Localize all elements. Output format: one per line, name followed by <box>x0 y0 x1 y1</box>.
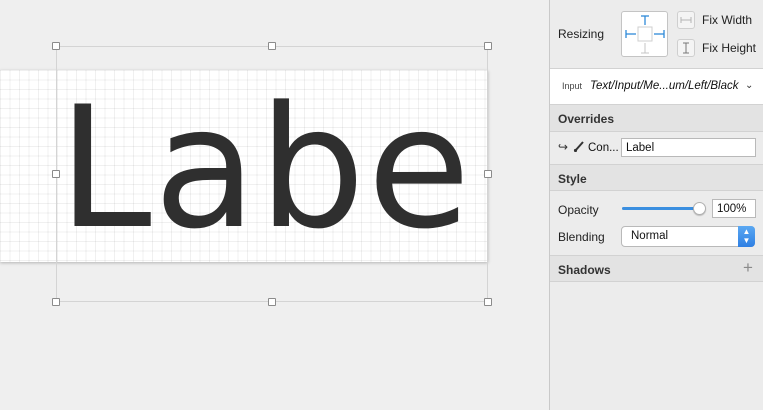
shadows-header[interactable]: Shadows <box>550 256 763 282</box>
resize-handle-top-left[interactable] <box>52 42 60 50</box>
label-text[interactable]: Label <box>58 74 488 262</box>
resizing-constraints-widget[interactable] <box>621 11 668 57</box>
brush-icon <box>573 140 585 155</box>
canvas[interactable]: Label <box>0 0 549 410</box>
blending-label: Blending <box>558 230 605 244</box>
fix-width-toggle[interactable]: Fix Width <box>677 11 752 29</box>
override-row: ↪ Con... <box>550 132 763 164</box>
opacity-slider-knob[interactable] <box>693 202 706 215</box>
resizing-label: Resizing <box>558 27 605 41</box>
opacity-input[interactable] <box>712 199 756 218</box>
resize-handle-middle-left[interactable] <box>52 170 60 178</box>
resize-handle-top-right[interactable] <box>484 42 492 50</box>
blending-value: Normal <box>631 230 669 242</box>
overrides-header: Overrides <box>550 105 763 131</box>
resize-handle-bottom-middle[interactable] <box>268 298 276 306</box>
symbol-name: Text/Input/Me...um/Left/Black <box>590 80 739 92</box>
fix-height-toggle[interactable]: Fix Height <box>677 39 756 57</box>
style-header: Style <box>550 165 763 191</box>
inspector-panel: Resizing Fix Width Fix Height Input Text… <box>549 0 763 410</box>
text-layer[interactable]: Label <box>0 70 488 262</box>
divider <box>550 190 763 191</box>
fix-width-icon <box>677 11 695 29</box>
opacity-label: Opacity <box>558 203 599 217</box>
override-label: Con... <box>588 142 619 154</box>
add-shadow-icon[interactable]: + <box>743 259 753 276</box>
resizing-pins-icon <box>625 15 665 54</box>
fix-width-label: Fix Width <box>702 13 753 27</box>
blending-select[interactable]: Normal ▲ ▼ <box>621 226 755 247</box>
style-title: Style <box>558 172 587 186</box>
divider <box>550 281 763 282</box>
resize-handle-middle-right[interactable] <box>484 170 492 178</box>
override-text-input[interactable] <box>621 138 756 157</box>
symbol-small-label: Input <box>562 81 583 91</box>
opacity-slider[interactable] <box>622 202 706 215</box>
stepper-up-icon: ▲ <box>742 227 751 236</box>
symbol-selector[interactable]: Input Text/Input/Me...um/Left/Black ⌄ <box>550 69 763 104</box>
resize-handle-bottom-left[interactable] <box>52 298 60 306</box>
fix-height-label: Fix Height <box>702 41 757 55</box>
resize-handle-top-middle[interactable] <box>268 42 276 50</box>
resize-handle-bottom-right[interactable] <box>484 298 492 306</box>
stepper-down-icon: ▼ <box>742 236 751 245</box>
opacity-slider-fill <box>622 207 700 210</box>
blending-stepper-icon[interactable]: ▲ ▼ <box>738 226 755 247</box>
shadows-title: Shadows <box>558 263 611 277</box>
chevron-down-icon[interactable]: ⌄ <box>745 80 753 91</box>
overrides-title: Overrides <box>558 112 615 126</box>
fix-height-icon <box>677 39 695 57</box>
override-arrow-icon: ↪ <box>558 140 569 154</box>
